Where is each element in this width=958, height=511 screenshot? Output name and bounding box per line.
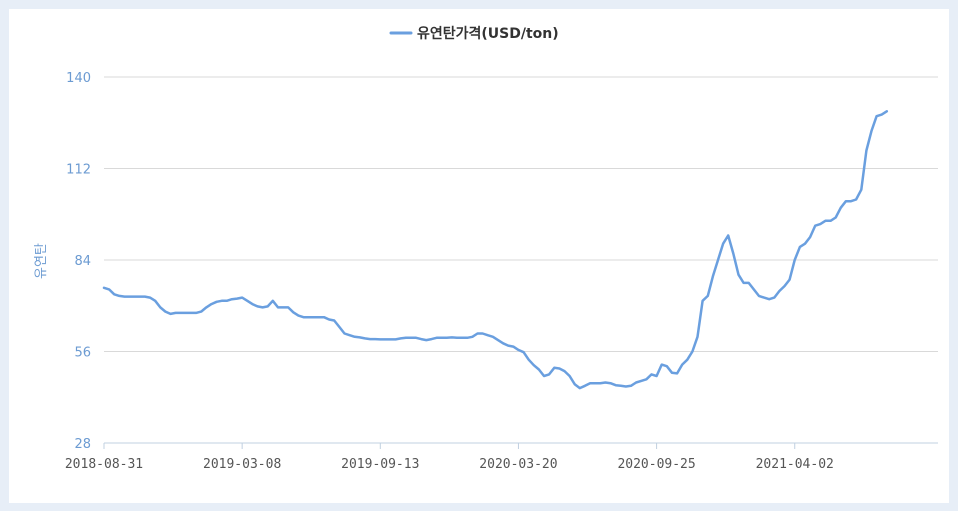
x-tick-label: 2020-03-20 xyxy=(479,457,557,472)
series-group xyxy=(102,110,889,390)
y-tick-label: 28 xyxy=(74,437,91,452)
chart-card: 유연탄가격(USD/ton) 28 56 84 112 140 2018-08-31 20… xyxy=(9,9,949,503)
x-axis: 2018-08-31 2019-03-08 2019-09-13 2020-03-20… xyxy=(65,442,938,472)
series-line xyxy=(102,110,889,390)
legend: 유연탄가격(USD/ton) xyxy=(389,25,559,42)
x-tick-label: 2018-08-31 xyxy=(65,457,143,472)
y-tick-label: 56 xyxy=(74,346,91,361)
price-line-chart: 유연탄가격(USD/ton) 285684112140 2018-08-31 20… xyxy=(34,25,938,472)
x-tick-label: 2019-09-13 xyxy=(341,457,419,472)
y-axis-label: 유연탄 xyxy=(34,243,49,279)
x-tick-label: 2021-04-02 xyxy=(756,457,834,472)
y-tick-label: 112 xyxy=(66,163,91,178)
y-tick-labels: 28 56 84 112 140 xyxy=(66,71,91,452)
gridlines xyxy=(104,76,938,352)
legend-label: 유연탄가격(USD/ton) xyxy=(417,25,559,42)
y-tick-label: 140 xyxy=(66,71,91,86)
x-tick-label: 2020-09-25 xyxy=(617,457,695,472)
y-tick-label: 84 xyxy=(74,254,91,269)
x-tick-label: 2019-03-08 xyxy=(203,457,281,472)
